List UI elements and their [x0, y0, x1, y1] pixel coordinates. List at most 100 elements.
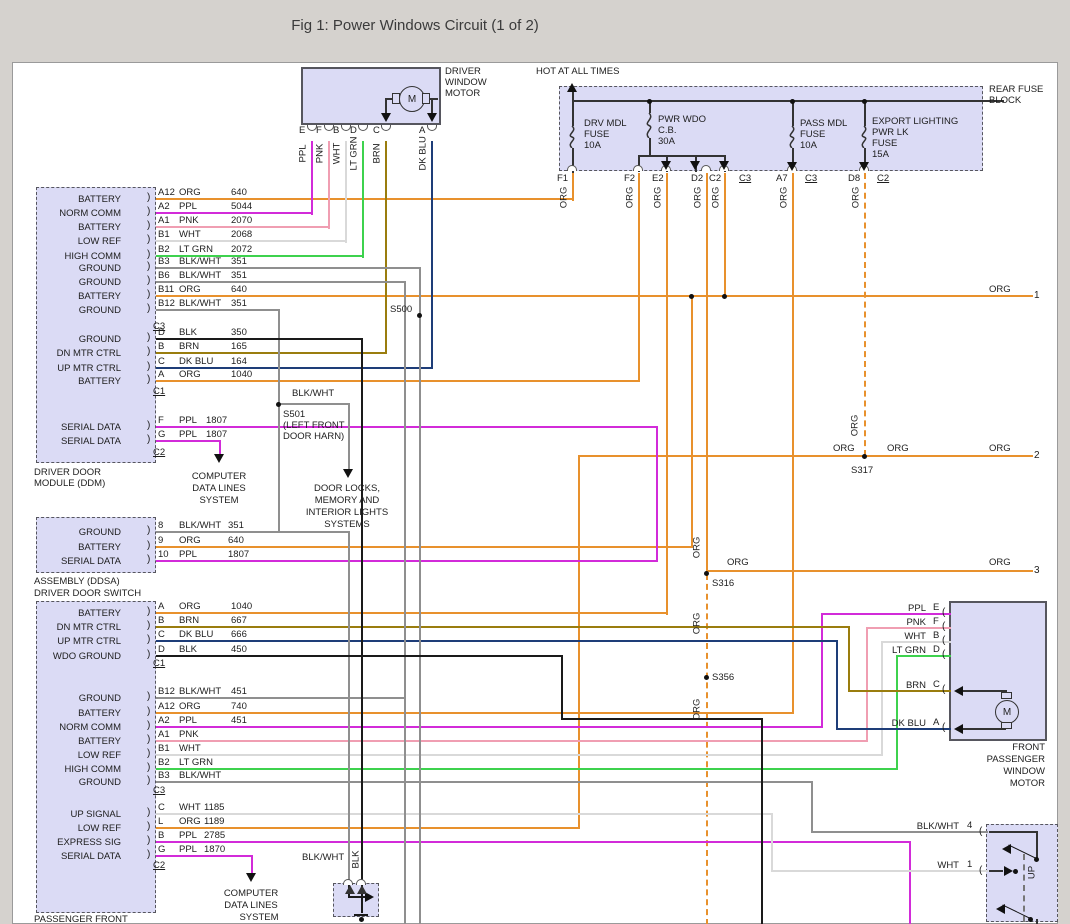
passenger-motor-caption: WINDOW [965, 767, 1045, 778]
row-function-label: NORM COMM [39, 723, 121, 734]
wire-color-label: BLK/WHT [881, 822, 959, 833]
wire-color-label: ORG [179, 817, 201, 828]
splice-s501-note: DOOR HARN) [283, 432, 344, 443]
row-function-label: GROUND [39, 264, 121, 275]
arrowhead [954, 724, 963, 734]
circuit-number-label: 2070 [231, 216, 252, 227]
pin-id-label: B3 [158, 771, 170, 782]
wire-segment [354, 914, 368, 916]
circuit-number-label: 351 [228, 521, 244, 532]
wire-color-label: ORG [654, 180, 665, 214]
wire-color-label: ORG [694, 180, 705, 214]
wire-segment [278, 403, 350, 405]
pin-id-label: A [158, 602, 164, 613]
circuit-number-label: 1807 [206, 430, 227, 441]
title-bar: Fig 1: Power Windows Circuit (1 of 2) [0, 0, 830, 50]
circuit-number-label: 2068 [231, 230, 252, 241]
circuit-number-label: 1185 [204, 803, 224, 814]
splice-s356-label: S356 [712, 673, 734, 684]
pin-id-label: B2 [158, 758, 170, 769]
wire-color-label: WHT [179, 230, 201, 241]
row-function-label: UP MTR CTRL [39, 637, 121, 648]
row-function-label: BATTERY [39, 292, 121, 303]
wire-segment [156, 640, 838, 642]
circuit-number-label: 1040 [231, 370, 252, 381]
wire-color-label: WHT [856, 632, 926, 643]
wire-segment [156, 768, 898, 770]
row-function-label: LOW REF [39, 237, 121, 248]
row-function-label: WDO GROUND [39, 652, 121, 663]
pin-bracket: ) [147, 420, 150, 432]
pin-bracket: ( [979, 865, 982, 877]
wire-color-label: LT GRN [179, 245, 213, 256]
pin-bracket: ) [147, 346, 150, 358]
driver-motor-caption: MOTOR [445, 89, 480, 100]
connector-tag: C1 [153, 387, 165, 398]
pin-bracket: ) [147, 849, 150, 861]
pin-bracket: ) [147, 649, 150, 661]
passenger-switch-caption: PASSENGER FRONT [34, 915, 128, 924]
splice-dot [1013, 869, 1018, 874]
wire-color-label: BLK/WHT [179, 771, 221, 782]
row-function-label: LOW REF [39, 751, 121, 762]
pin-bracket: ) [147, 720, 150, 732]
circuit-number-label: 2072 [231, 245, 252, 256]
door-locks-note: DOOR LOCKS, [301, 484, 393, 495]
pin-bracket: ) [147, 554, 150, 566]
pin-bracket: ( [942, 684, 945, 696]
pin-bracket: ) [147, 748, 150, 760]
figure-title: Fig 1: Power Windows Circuit (1 of 2) [291, 17, 539, 34]
wire-color-label: PPL [179, 831, 197, 842]
row-function-label: BATTERY [39, 609, 121, 620]
pin-bracket: ) [147, 821, 150, 833]
wire-segment [311, 141, 313, 215]
wire-color-label: PPL [179, 716, 197, 727]
wire-segment [251, 855, 253, 875]
wire-color-label: WHT [881, 861, 959, 872]
pin-bracket: ( [942, 607, 945, 619]
wire-color-label: DK BLU [179, 630, 213, 641]
wire-segment [1036, 919, 1038, 924]
wire-color-label: BLK/WHT [179, 257, 221, 268]
pin-id-label: A1 [158, 216, 170, 227]
fuse-label: 15A [872, 150, 889, 161]
splice-s317-label: S317 [851, 466, 873, 477]
pin-id-label: B [933, 631, 939, 642]
splice-dot [359, 917, 364, 922]
wire-segment [649, 138, 651, 156]
wire-color-label: PNK [179, 216, 199, 227]
motor-brush-tab [392, 93, 400, 104]
pin-bracket: ( [942, 649, 945, 661]
pin-bracket: ) [147, 361, 150, 373]
splice-dot [1028, 917, 1033, 922]
pin-id-label: D [158, 645, 165, 656]
wire-segment [156, 380, 640, 382]
connector-arc [633, 165, 643, 171]
arrowhead [996, 904, 1005, 914]
hot-at-all-times-label: HOT AT ALL TIMES [536, 67, 619, 78]
wire-segment [896, 655, 898, 769]
wire-color-label: BLK/WHT [179, 687, 221, 698]
fuse-label: 10A [800, 141, 817, 152]
wiring-diagram-page: Fig 1: Power Windows Circuit (1 of 2) MM… [0, 0, 1070, 924]
wire-segment [821, 613, 823, 727]
arrowhead [1002, 844, 1011, 854]
row-function-label: SERIAL DATA [39, 852, 121, 863]
wire-segment [156, 781, 813, 783]
wire-color-label: PPL [856, 604, 926, 615]
pin-bracket: ( [942, 635, 945, 647]
wire-segment [156, 426, 658, 428]
arrowhead [246, 873, 256, 882]
pin-id-label: E [933, 603, 939, 614]
wire-color-label: BLK [179, 645, 197, 656]
pin-bracket: ) [147, 220, 150, 232]
pin-id-label: B [333, 126, 339, 137]
wire-color-label: ORG [179, 285, 201, 296]
row-function-label: GROUND [39, 278, 121, 289]
row-function-label: HIGH COMM [39, 252, 121, 263]
row-function-label: GROUND [39, 306, 121, 317]
motor-brush-tab [1001, 692, 1012, 699]
row-function-label: LOW REF [39, 824, 121, 835]
pin-bracket: ) [147, 206, 150, 218]
pin-id-label: B12 [158, 687, 175, 698]
